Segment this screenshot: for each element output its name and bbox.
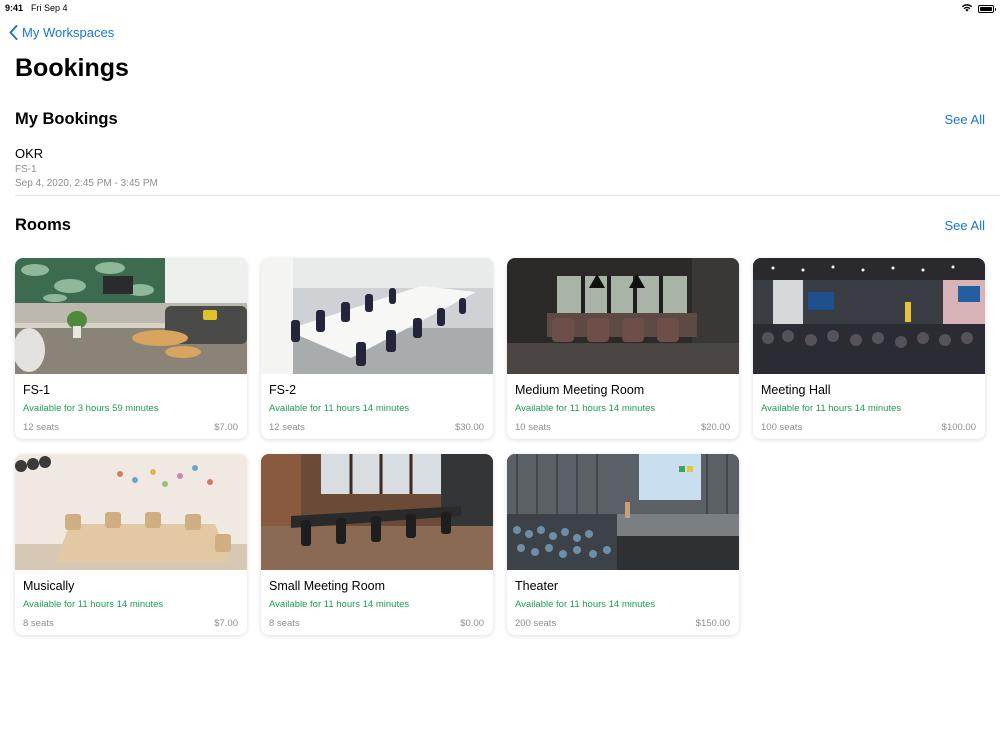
rooms-grid: FS-1 Available for 3 hours 59 minutes 12… [15, 258, 987, 635]
room-photo [507, 454, 739, 570]
my-bookings-title: My Bookings [15, 110, 118, 128]
room-card-fs-2[interactable]: FS-2 Available for 11 hours 14 minutes 1… [261, 258, 493, 439]
rooms-see-all-button[interactable]: See All [945, 218, 985, 233]
room-price: $150.00 [695, 618, 730, 629]
battery-icon [978, 4, 996, 13]
divider [15, 195, 1000, 196]
back-button-label: My Workspaces [22, 25, 115, 40]
room-photo [753, 258, 985, 374]
room-seats: 12 seats [269, 422, 305, 433]
my-bookings-see-all-button[interactable]: See All [945, 112, 985, 127]
booking-item[interactable]: OKR FS-1 Sep 4, 2020, 2:45 PM - 3:45 PM [15, 146, 985, 189]
room-name: Medium Meeting Room [515, 383, 645, 397]
room-card-medium-meeting-room[interactable]: Medium Meeting Room Available for 11 hou… [507, 258, 739, 439]
room-price: $7.00 [214, 618, 238, 629]
status-icons [961, 3, 996, 14]
room-card-theater[interactable]: Theater Available for 11 hours 14 minute… [507, 454, 739, 635]
room-name: Small Meeting Room [269, 579, 386, 593]
room-name: Musically [23, 579, 75, 593]
room-name: Theater [515, 579, 559, 593]
room-name: FS-2 [269, 383, 297, 397]
room-availability: Available for 11 hours 14 minutes [761, 403, 902, 414]
booking-time: Sep 4, 2020, 2:45 PM - 3:45 PM [15, 178, 158, 189]
room-availability: Available for 11 hours 14 minutes [515, 403, 656, 414]
booking-room: FS-1 [15, 164, 37, 175]
room-seats: 8 seats [23, 618, 54, 629]
status-bar: 9:41 Fri Sep 4 [0, 0, 1000, 16]
room-price: $30.00 [454, 422, 484, 433]
room-seats: 10 seats [515, 422, 551, 433]
room-name: FS-1 [23, 383, 51, 397]
room-availability: Available for 3 hours 59 minutes [23, 403, 159, 414]
room-price: $7.00 [214, 422, 238, 433]
room-card-meeting-hall[interactable]: Meeting Hall Available for 11 hours 14 m… [753, 258, 985, 439]
booking-name: OKR [15, 146, 44, 161]
room-photo [15, 258, 247, 374]
room-price: $100.00 [941, 422, 976, 433]
status-time: 9:41 [5, 3, 24, 13]
room-card-musically[interactable]: Musically Available for 11 hours 14 minu… [15, 454, 247, 635]
room-seats: 200 seats [515, 618, 557, 629]
room-availability: Available for 11 hours 14 minutes [515, 599, 656, 610]
room-price: $20.00 [700, 422, 730, 433]
room-photo [15, 454, 247, 570]
page-title: Bookings [15, 54, 129, 82]
room-seats: 100 seats [761, 422, 803, 433]
room-availability: Available for 11 hours 14 minutes [269, 403, 410, 414]
room-photo [261, 454, 493, 570]
room-availability: Available for 11 hours 14 minutes [23, 599, 164, 610]
room-availability: Available for 11 hours 14 minutes [269, 599, 410, 610]
back-button[interactable]: My Workspaces [9, 25, 114, 40]
status-date: Fri Sep 4 [31, 3, 68, 13]
chevron-left-icon [9, 25, 18, 40]
room-photo [507, 258, 739, 374]
room-seats: 12 seats [23, 422, 59, 433]
room-seats: 8 seats [269, 618, 300, 629]
room-card-small-meeting-room[interactable]: Small Meeting Room Available for 11 hour… [261, 454, 493, 635]
room-card-fs-1[interactable]: FS-1 Available for 3 hours 59 minutes 12… [15, 258, 247, 439]
room-name: Meeting Hall [761, 383, 831, 397]
wifi-icon [961, 3, 973, 14]
rooms-title: Rooms [15, 216, 71, 234]
room-price: $0.00 [460, 618, 484, 629]
room-photo [261, 258, 493, 374]
